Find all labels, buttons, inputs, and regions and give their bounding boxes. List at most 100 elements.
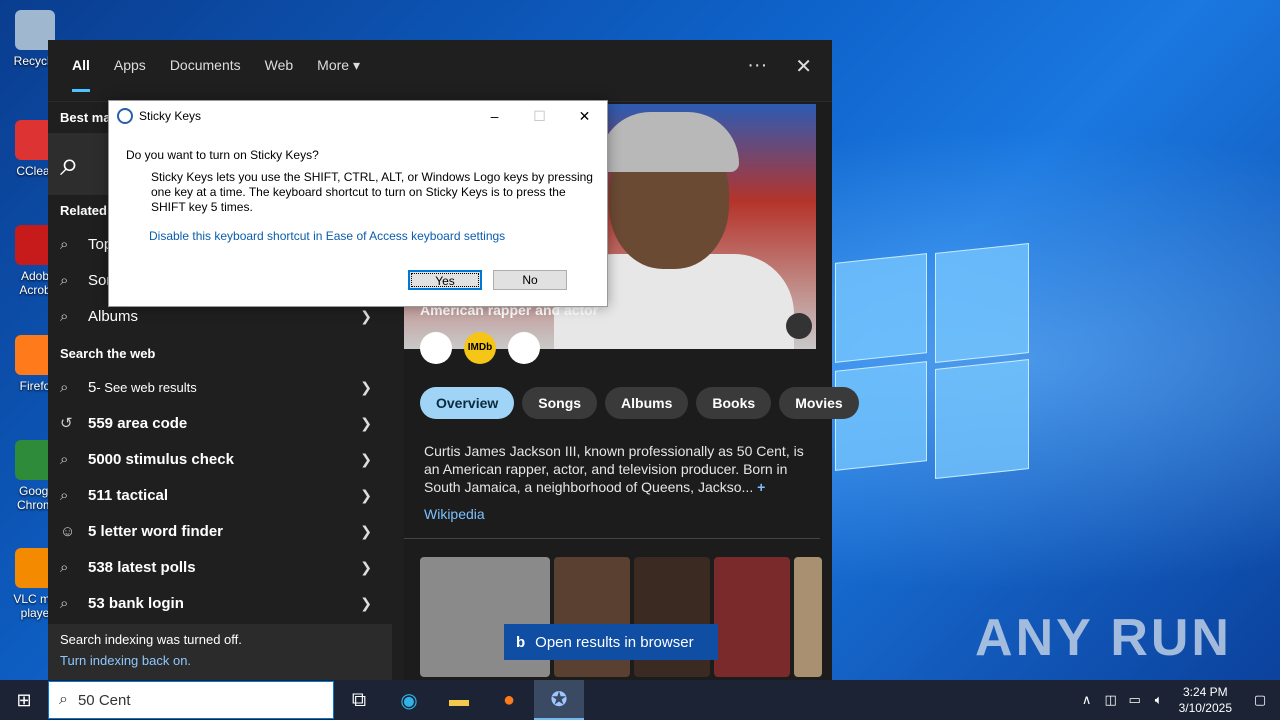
dialog-body: Sticky Keys lets you use the SHIFT, CTRL…	[151, 170, 593, 214]
chevron-right-icon: ❯	[360, 558, 372, 575]
open-results-label: Open results in browser	[535, 633, 694, 651]
web-result-label: 5000 stimulus check	[88, 450, 234, 468]
open-results-browser-button[interactable]: b Open results in browser	[504, 624, 718, 660]
chevron-up-icon[interactable]: ∧	[1075, 692, 1099, 708]
maximize-icon: ☐	[533, 108, 546, 124]
wikipedia-icon[interactable]	[420, 332, 452, 364]
web-result-item[interactable]: ⌕ 538 latest polls ❯	[48, 549, 392, 585]
firefox-icon[interactable]: ●	[484, 680, 534, 720]
tab-web[interactable]: Web	[253, 40, 306, 102]
turn-indexing-on-link[interactable]: Turn indexing back on.	[60, 653, 380, 668]
imdb-icon[interactable]: IMDb	[464, 332, 496, 364]
windows-logo-wallpaper	[835, 240, 1030, 480]
search-icon: ⌕	[60, 558, 69, 576]
expand-icon[interactable]: +	[757, 479, 765, 495]
description: Curtis James Jackson III, known professi…	[424, 442, 804, 496]
related-item-label: Albums	[88, 307, 139, 325]
youtube-icon[interactable]	[508, 332, 540, 364]
chevron-right-icon: ❯	[360, 450, 372, 467]
web-result-label: 53 bank login	[88, 594, 184, 612]
system-tray: ∧ ◫ ▭ 🔈︎ 3:24 PM 3/10/2025 ▢	[1075, 680, 1280, 720]
search-icon: ⌕	[60, 450, 69, 468]
web-result-item[interactable]: ⌕ 5 - See web results ❯	[48, 369, 392, 405]
search-icon: ⌕	[60, 594, 69, 612]
tab-more-label: More	[317, 56, 350, 73]
web-result-label: 5	[88, 378, 97, 396]
search-tabs: All Apps Documents Web More ▾ ··· ✕	[48, 40, 832, 102]
taskbar-search-input[interactable]: ⌕ 50 Cent	[48, 681, 334, 719]
file-explorer-icon[interactable]: ▬	[434, 680, 484, 720]
close-icon[interactable]: ✕	[795, 54, 812, 79]
search-icon: ⌕	[60, 486, 69, 504]
web-result-label: 538 latest polls	[88, 558, 196, 576]
bing-icon: b	[516, 633, 526, 651]
tab-apps[interactable]: Apps	[102, 40, 158, 102]
web-result-item[interactable]: ⌕ 511 tactical ❯	[48, 477, 392, 513]
windows-icon: ⊞	[16, 689, 32, 710]
web-result-item[interactable]: ☺ 5 letter word finder ❯	[48, 513, 392, 549]
web-result-label: 559 area code	[88, 414, 188, 432]
web-result-label: 5 letter word finder	[88, 522, 224, 540]
description-text: Curtis James Jackson III, known professi…	[424, 443, 804, 495]
yes-button[interactable]: Yes	[408, 270, 482, 290]
search-icon: ⌕	[59, 691, 68, 708]
web-result-suffix: - See web results	[96, 379, 197, 395]
more-options-icon[interactable]: ···	[747, 54, 767, 79]
search-icon: ⌕	[60, 378, 69, 396]
wikipedia-link[interactable]: Wikipedia	[424, 506, 485, 522]
chip-songs[interactable]: Songs	[522, 387, 598, 419]
search-icon: ⌕	[60, 307, 69, 325]
chevron-right-icon: ❯	[360, 378, 372, 395]
disable-shortcut-link[interactable]: Disable this keyboard shortcut in Ease o…	[149, 229, 505, 243]
panel-actions: ··· ✕	[747, 54, 812, 79]
chevron-right-icon: ❯	[360, 522, 372, 539]
search-icon: ⌕	[60, 271, 69, 289]
clock[interactable]: 3:24 PM 3/10/2025	[1171, 684, 1240, 716]
category-chips: Overview Songs Albums Books Movies	[420, 387, 859, 419]
meet-now-icon[interactable]: ◫	[1099, 692, 1123, 708]
chevron-down-icon: ▾	[352, 56, 360, 73]
chevron-right-icon: ❯	[360, 486, 372, 503]
chip-overview[interactable]: Overview	[420, 387, 515, 419]
edge-icon[interactable]: ◉	[384, 680, 434, 720]
no-button[interactable]: No	[493, 270, 567, 290]
thumbnail[interactable]	[714, 557, 790, 677]
anyrun-watermark: ANY RUN	[975, 609, 1232, 667]
tab-documents[interactable]: Documents	[158, 40, 253, 102]
web-result-item[interactable]: ↺ 559 area code ❯	[48, 405, 392, 441]
accessibility-app-icon[interactable]: ✪	[534, 680, 584, 720]
hero-cap	[599, 112, 739, 172]
clock-time: 3:24 PM	[1182, 685, 1228, 699]
notifications-icon[interactable]: ▢	[1240, 692, 1280, 708]
web-result-item[interactable]: ⌕ 53 bank login ❯	[48, 585, 392, 621]
web-result-item[interactable]: ⌕ 5000 stimulus check ❯	[48, 441, 392, 477]
chip-books[interactable]: Books	[696, 387, 772, 419]
indexing-note: Search indexing was turned off. Turn ind…	[48, 624, 392, 680]
volume-icon[interactable]: 🔈︎	[1147, 692, 1171, 708]
chevron-right-icon: ❯	[360, 414, 372, 431]
dialog-question: Do you want to turn on Sticky Keys?	[126, 148, 319, 162]
desktop-icon-label: Adob Acrob	[19, 269, 51, 297]
network-icon[interactable]: ▭	[1123, 692, 1147, 708]
desktop-icon-label: Firefo	[19, 379, 51, 393]
chevron-right-icon: ❯	[360, 307, 372, 324]
start-button[interactable]: ⊞	[0, 680, 48, 720]
clock-date: 3/10/2025	[1178, 701, 1232, 715]
tab-all[interactable]: All	[60, 40, 102, 102]
minimize-icon[interactable]: –	[472, 101, 517, 131]
chip-movies[interactable]: Movies	[779, 387, 859, 419]
thumbnail[interactable]	[794, 557, 822, 677]
divider	[404, 538, 820, 539]
copy-icon[interactable]	[786, 313, 812, 339]
task-view-icon[interactable]: ⧉	[334, 680, 384, 720]
accessibility-icon	[117, 108, 133, 124]
taskbar: ⊞ ⌕ 50 Cent ⧉ ◉ ▬ ● ✪ ∧ ◫ ▭ 🔈︎ 3:24 PM 3…	[0, 680, 1280, 720]
chevron-right-icon: ❯	[360, 594, 372, 611]
chip-albums[interactable]: Albums	[605, 387, 689, 419]
sticky-keys-dialog: Sticky Keys – ☐ ✕ Do you want to turn on…	[108, 100, 608, 307]
search-icon: ⌕	[60, 235, 69, 253]
search-web-header: Search the web	[60, 346, 156, 361]
tab-more[interactable]: More ▾	[305, 40, 372, 102]
window-controls: – ☐ ✕	[472, 101, 607, 131]
close-icon[interactable]: ✕	[562, 101, 607, 131]
